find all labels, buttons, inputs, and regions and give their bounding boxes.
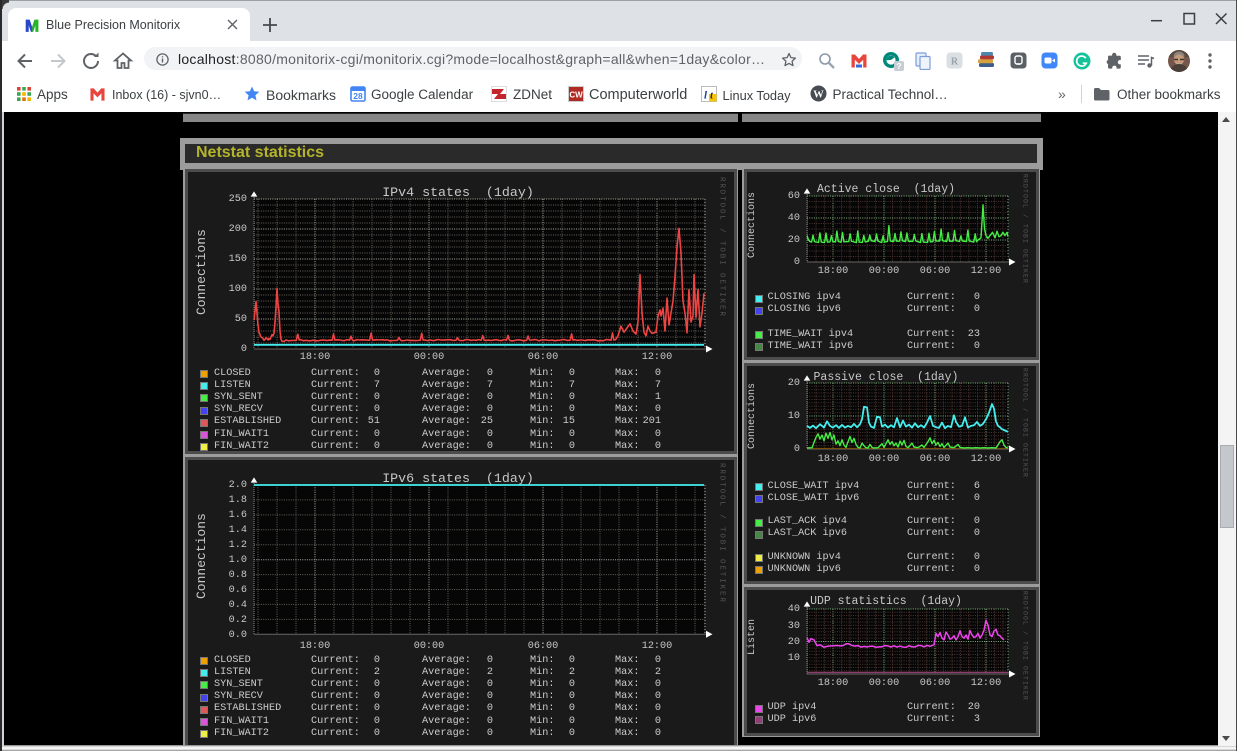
svg-text:28: 28	[353, 91, 363, 101]
svg-text:CW: CW	[569, 91, 583, 100]
svg-text:?: ?	[896, 61, 901, 71]
svg-text:M: M	[25, 16, 39, 33]
svg-text:W: W	[813, 90, 824, 101]
svg-text:R: R	[951, 56, 959, 67]
